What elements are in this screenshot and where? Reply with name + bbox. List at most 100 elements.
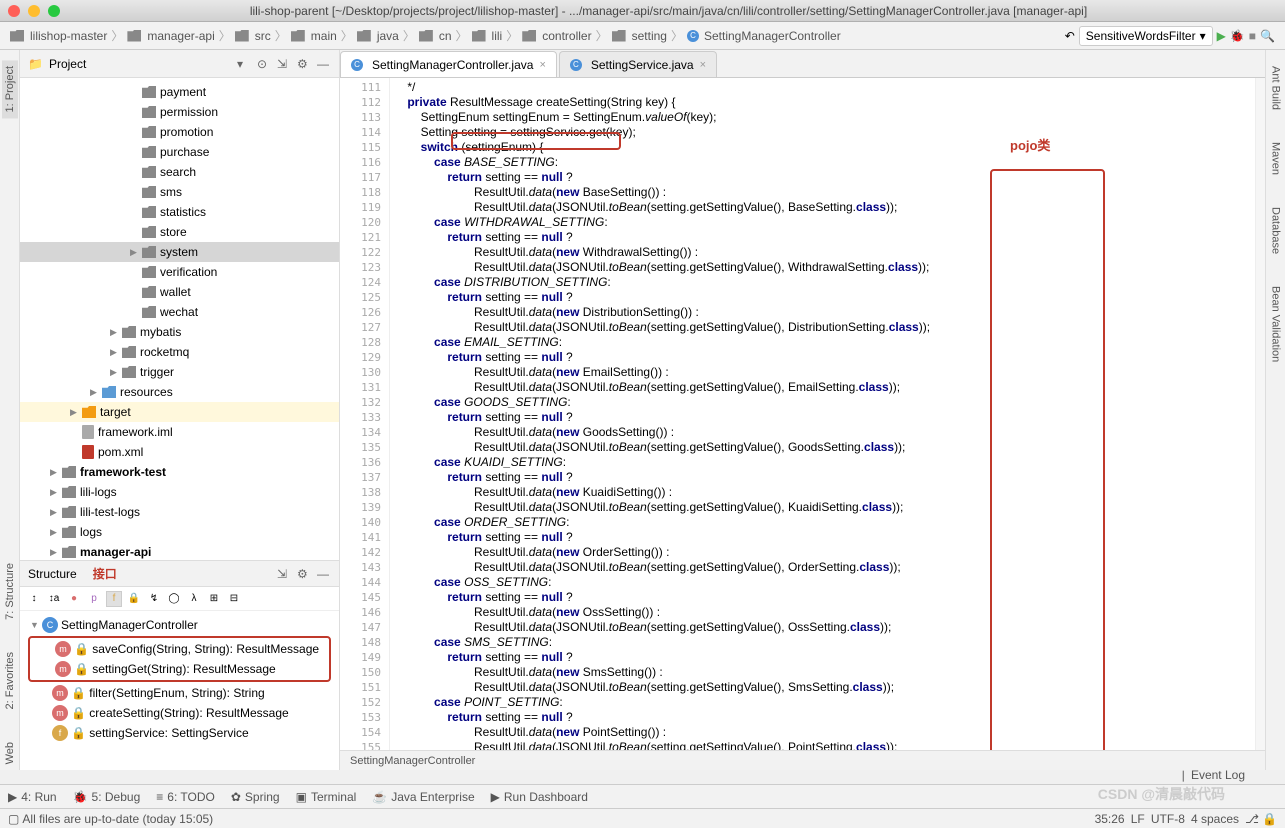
bottom-dash[interactable]: ▶ Run Dashboard <box>491 790 588 804</box>
collapse-icon[interactable]: ⇲ <box>277 567 291 581</box>
right-tab-bean[interactable]: Bean Validation <box>1268 280 1284 368</box>
minimize-window[interactable] <box>28 5 40 17</box>
stop-icon[interactable]: ■ <box>1249 29 1256 43</box>
close-window[interactable] <box>8 5 20 17</box>
chevron-down-icon[interactable]: ▾ <box>237 57 251 71</box>
run-configuration[interactable]: SensitiveWordsFilter ▾ <box>1079 26 1213 46</box>
gear-icon[interactable]: ⚙ <box>297 567 311 581</box>
tree-item[interactable]: ▶lili-test-logs <box>20 502 339 522</box>
status-indent[interactable]: 4 spaces <box>1191 812 1239 826</box>
tree-item[interactable]: ▶resources <box>20 382 339 402</box>
bottom-run[interactable]: ▶ 4: Run <box>8 790 57 804</box>
bottom-jee[interactable]: ☕ Java Enterprise <box>372 790 474 804</box>
gear-icon[interactable]: ⚙ <box>297 57 311 71</box>
right-tab-database[interactable]: Database <box>1268 201 1284 260</box>
breadcrumb-item[interactable]: main <box>291 29 337 43</box>
tree-item[interactable]: ▶trigger <box>20 362 339 382</box>
tree-item[interactable]: sms <box>20 182 339 202</box>
left-tab-web[interactable]: Web <box>2 736 18 770</box>
structure-tree[interactable]: ▼C SettingManagerController m🔒 saveConfi… <box>20 611 339 770</box>
project-tree[interactable]: paymentpermissionpromotionpurchasesearch… <box>20 78 339 560</box>
left-tab-structure[interactable]: 7: Structure <box>2 557 18 626</box>
tree-item[interactable]: statistics <box>20 202 339 222</box>
debug-icon[interactable]: 🐞 <box>1230 29 1245 43</box>
inherited-icon[interactable]: ↯ <box>146 591 162 607</box>
tree-item[interactable]: ▶logs <box>20 522 339 542</box>
lock-icon[interactable]: 🔒 <box>126 591 142 607</box>
collapse-icon[interactable]: ⇲ <box>277 57 291 71</box>
bottom-todo[interactable]: ≡ 6: TODO <box>156 790 215 804</box>
tree-item[interactable]: verification <box>20 262 339 282</box>
search-icon[interactable]: 🔍 <box>1260 29 1275 43</box>
structure-member[interactable]: f🔒 settingService: SettingService <box>24 723 335 743</box>
tree-item[interactable]: permission <box>20 102 339 122</box>
left-tab-project[interactable]: 1: Project <box>2 60 18 118</box>
editor-tab[interactable]: CSettingService.java× <box>559 51 717 77</box>
tree-item[interactable]: purchase <box>20 142 339 162</box>
code-breadcrumb[interactable]: SettingManagerController <box>340 750 1265 770</box>
structure-title: Structure <box>28 567 77 581</box>
breadcrumb-item[interactable]: src <box>235 29 271 43</box>
structure-method[interactable]: m🔒 saveConfig(String, String): ResultMes… <box>31 639 328 659</box>
editor-tab[interactable]: CSettingManagerController.java× <box>340 51 557 77</box>
code-content[interactable]: */ private ResultMessage createSetting(S… <box>390 78 1255 750</box>
breadcrumb-item[interactable]: lili <box>472 29 503 43</box>
breadcrumb-item[interactable]: java <box>357 29 399 43</box>
expand-icon[interactable]: ⊞ <box>206 591 222 607</box>
status-icon[interactable]: ▢ <box>8 812 19 826</box>
zoom-window[interactable] <box>48 5 60 17</box>
tree-item[interactable]: ▶framework-test <box>20 462 339 482</box>
hide-icon[interactable]: — <box>317 567 331 581</box>
breadcrumb-item[interactable]: cn <box>419 29 452 43</box>
event-log[interactable]: ❘ Event Log <box>1179 768 1245 782</box>
tree-item[interactable]: store <box>20 222 339 242</box>
git-icon[interactable]: ⎇ <box>1245 812 1259 826</box>
tree-item[interactable]: ▶system <box>20 242 339 262</box>
right-tab-ant[interactable]: Ant Build <box>1268 60 1284 116</box>
tree-item[interactable]: promotion <box>20 122 339 142</box>
structure-member[interactable]: m🔒 createSetting(String): ResultMessage <box>24 703 335 723</box>
code-area[interactable]: 1111121131141151161171181191201211221231… <box>340 78 1265 750</box>
bottom-terminal[interactable]: ▣ Terminal <box>296 790 357 804</box>
close-icon[interactable]: × <box>539 59 545 71</box>
lock-icon[interactable]: 🔒 <box>1262 812 1277 826</box>
hide-icon[interactable]: — <box>317 57 331 71</box>
tree-item[interactable]: pom.xml <box>20 442 339 462</box>
package-icon[interactable]: p <box>86 591 102 607</box>
status-pos[interactable]: 35:26 <box>1095 812 1125 826</box>
status-enc[interactable]: UTF-8 <box>1151 812 1185 826</box>
private-icon[interactable]: ● <box>66 591 82 607</box>
sort-alpha-icon[interactable]: ↕a <box>46 591 62 607</box>
structure-member[interactable]: m🔒 filter(SettingEnum, String): String <box>24 683 335 703</box>
left-tab-favorites[interactable]: 2: Favorites <box>2 646 18 715</box>
structure-method[interactable]: m🔒 settingGet(String): ResultMessage <box>31 659 328 679</box>
close-icon[interactable]: × <box>700 59 706 71</box>
run-icon[interactable]: ▶ <box>1217 29 1226 43</box>
tree-item[interactable]: ▶manager-api <box>20 542 339 560</box>
tree-item[interactable]: ▶lili-logs <box>20 482 339 502</box>
lambda-icon[interactable]: λ <box>186 591 202 607</box>
bottom-spring[interactable]: ✿ Spring <box>231 790 280 804</box>
sort-icon[interactable]: ↕ <box>26 591 42 607</box>
breadcrumb-item[interactable]: CSettingManagerController <box>687 29 841 43</box>
breadcrumb-item[interactable]: controller <box>522 29 591 43</box>
tree-item[interactable]: ▶target <box>20 402 339 422</box>
tree-item[interactable]: framework.iml <box>20 422 339 442</box>
fields-icon[interactable]: f <box>106 591 122 607</box>
locate-icon[interactable]: ⊙ <box>257 57 271 71</box>
autoscroll-icon[interactable]: ⊟ <box>226 591 242 607</box>
tree-item[interactable]: wallet <box>20 282 339 302</box>
tree-item[interactable]: wechat <box>20 302 339 322</box>
tree-item[interactable]: ▶mybatis <box>20 322 339 342</box>
breadcrumb-item[interactable]: setting <box>612 29 667 43</box>
tree-item[interactable]: ▶rocketmq <box>20 342 339 362</box>
right-tab-maven[interactable]: Maven <box>1268 136 1284 181</box>
breadcrumb-item[interactable]: lilishop-master <box>10 29 107 43</box>
anonymous-icon[interactable]: ◯ <box>166 591 182 607</box>
tree-item[interactable]: payment <box>20 82 339 102</box>
status-lf[interactable]: LF <box>1131 812 1145 826</box>
breadcrumb-item[interactable]: manager-api <box>127 29 214 43</box>
bottom-debug[interactable]: 🐞 5: Debug <box>73 790 141 804</box>
nav-back-icon[interactable]: ↶ <box>1065 29 1075 43</box>
tree-item[interactable]: search <box>20 162 339 182</box>
